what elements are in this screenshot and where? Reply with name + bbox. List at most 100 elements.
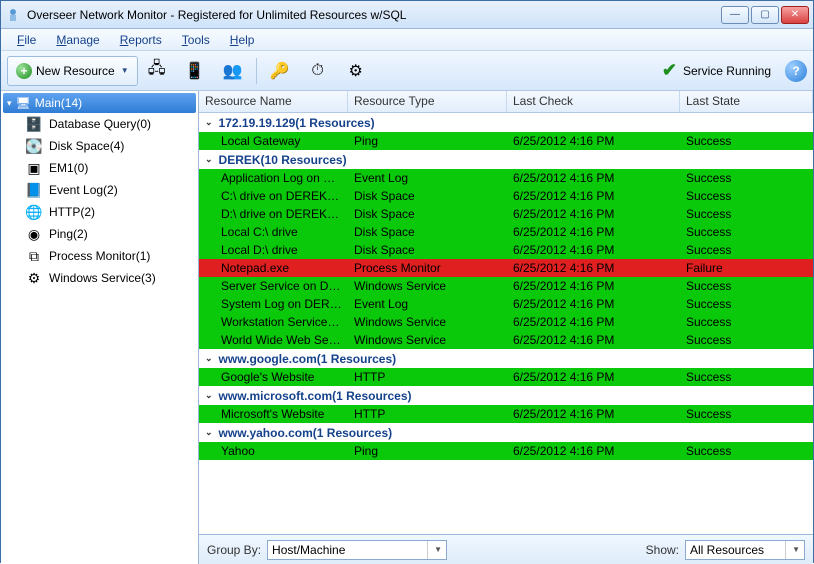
table-row[interactable]: World Wide Web Servic...Windows Service6… xyxy=(199,331,813,349)
window-title: Overseer Network Monitor - Registered fo… xyxy=(27,8,721,22)
tree-root-label: Main(14) xyxy=(35,96,82,110)
sidebar-item[interactable]: 📘Event Log(2) xyxy=(25,179,196,201)
tree-item-label: Windows Service(3) xyxy=(49,271,156,285)
phone-icon: 📱 xyxy=(183,59,207,83)
col-header-check[interactable]: Last Check xyxy=(507,91,680,112)
cell-resource-name: Google's Website xyxy=(199,369,348,385)
cell-last-check: 6/25/2012 4:16 PM xyxy=(507,369,680,385)
sidebar-item[interactable]: ▣ EM1(0) xyxy=(25,157,196,179)
tree-item-icon: ⚙ xyxy=(25,269,43,287)
menu-file[interactable]: File xyxy=(9,31,44,49)
cell-resource-name: D:\ drive on DEREK via ... xyxy=(199,206,348,222)
cell-resource-name: Workstation Service on... xyxy=(199,314,348,330)
tool-button-5[interactable]: ⏱ xyxy=(299,56,337,86)
table-row[interactable]: Workstation Service on...Windows Service… xyxy=(199,313,813,331)
close-button[interactable]: ✕ xyxy=(781,6,809,24)
cell-resource-type: Ping xyxy=(348,443,507,459)
sidebar-item[interactable]: 🌐HTTP(2) xyxy=(25,201,196,223)
toolbar-separator xyxy=(256,58,257,84)
menu-reports[interactable]: Reports xyxy=(112,31,170,49)
footer-bar: Group By: Host/Machine ▼ Show: All Resou… xyxy=(199,534,813,564)
cell-last-state: Success xyxy=(680,314,813,330)
cell-last-state: Success xyxy=(680,188,813,204)
group-header[interactable]: ⌄172.19.19.129(1 Resources) xyxy=(199,113,813,132)
table-row[interactable]: YahooPing6/25/2012 4:16 PMSuccess xyxy=(199,442,813,460)
group-header[interactable]: ⌄www.microsoft.com(1 Resources) xyxy=(199,386,813,405)
expand-arrow-icon: ⌄ xyxy=(205,390,213,401)
table-row[interactable]: C:\ drive on DEREK via ...Disk Space6/25… xyxy=(199,187,813,205)
plus-icon: + xyxy=(16,63,32,79)
table-row[interactable]: Local GatewayPing6/25/2012 4:16 PMSucces… xyxy=(199,132,813,150)
tool-button-1[interactable]: 🖧 xyxy=(138,56,176,86)
cell-resource-type: Disk Space xyxy=(348,188,507,204)
cell-last-state: Success xyxy=(680,369,813,385)
cell-last-check: 6/25/2012 4:16 PM xyxy=(507,206,680,222)
table-row[interactable]: Application Log on DEREKEvent Log6/25/20… xyxy=(199,169,813,187)
table-row[interactable]: Microsoft's WebsiteHTTP6/25/2012 4:16 PM… xyxy=(199,405,813,423)
cell-last-state: Failure xyxy=(680,260,813,276)
col-header-state[interactable]: Last State xyxy=(680,91,813,112)
tree-item-icon: ▣ xyxy=(25,159,43,177)
cell-resource-type: Event Log xyxy=(348,296,507,312)
col-header-type[interactable]: Resource Type xyxy=(348,91,507,112)
tree-item-label: EM1(0) xyxy=(49,161,88,175)
tool-button-4[interactable]: 🔑 xyxy=(261,56,299,86)
sidebar-item[interactable]: ⧉Process Monitor(1) xyxy=(25,245,196,267)
window-buttons: — ▢ ✕ xyxy=(721,6,809,24)
new-resource-label: New Resource xyxy=(36,64,115,78)
tree-item-icon: 🌐 xyxy=(25,203,43,221)
cell-resource-name: Local C:\ drive xyxy=(199,224,348,240)
group-header[interactable]: ⌄www.yahoo.com(1 Resources) xyxy=(199,423,813,442)
cell-resource-name: Application Log on DEREK xyxy=(199,170,348,186)
minimize-button[interactable]: — xyxy=(721,6,749,24)
sidebar-item[interactable]: ⚙ Windows Service(3) xyxy=(25,267,196,289)
help-button[interactable]: ? xyxy=(785,60,807,82)
maximize-button[interactable]: ▢ xyxy=(751,6,779,24)
new-resource-button[interactable]: + New Resource ▼ xyxy=(7,56,138,86)
cell-last-check: 6/25/2012 4:16 PM xyxy=(507,133,680,149)
show-select[interactable]: All Resources ▼ xyxy=(685,540,805,560)
cell-resource-name: Notepad.exe xyxy=(199,260,348,276)
cell-last-state: Success xyxy=(680,133,813,149)
cell-resource-name: Local Gateway xyxy=(199,133,348,149)
tool-button-3[interactable]: 👥 xyxy=(214,56,252,86)
table-row[interactable]: Google's WebsiteHTTP6/25/2012 4:16 PMSuc… xyxy=(199,368,813,386)
col-header-name[interactable]: Resource Name xyxy=(199,91,348,112)
group-header[interactable]: ⌄www.google.com(1 Resources) xyxy=(199,349,813,368)
cell-last-check: 6/25/2012 4:16 PM xyxy=(507,406,680,422)
table-row[interactable]: D:\ drive on DEREK via ...Disk Space6/25… xyxy=(199,205,813,223)
cell-resource-type: Windows Service xyxy=(348,314,507,330)
group-header[interactable]: ⌄DEREK(10 Resources) xyxy=(199,150,813,169)
cell-resource-type: HTTP xyxy=(348,369,507,385)
table-row[interactable]: Local D:\ driveDisk Space6/25/2012 4:16 … xyxy=(199,241,813,259)
tool-button-2[interactable]: 📱 xyxy=(176,56,214,86)
menu-tools[interactable]: Tools xyxy=(174,31,218,49)
users-icon: 👥 xyxy=(221,59,245,83)
cell-resource-type: Windows Service xyxy=(348,278,507,294)
tree-root-main[interactable]: ▾ 🖥 Main(14) xyxy=(3,93,196,113)
cell-last-check: 6/25/2012 4:16 PM xyxy=(507,332,680,348)
cell-last-check: 6/25/2012 4:16 PM xyxy=(507,278,680,294)
cell-resource-type: Disk Space xyxy=(348,206,507,222)
tool-button-6[interactable]: ⚙ xyxy=(337,56,375,86)
dropdown-arrow-icon: ▼ xyxy=(785,541,800,559)
group-by-select[interactable]: Host/Machine ▼ xyxy=(267,540,447,560)
sidebar-item[interactable]: 🗄️Database Query(0) xyxy=(25,113,196,135)
tree-item-label: Process Monitor(1) xyxy=(49,249,150,263)
menu-manage[interactable]: Manage xyxy=(48,31,107,49)
cell-last-check: 6/25/2012 4:16 PM xyxy=(507,260,680,276)
menu-help[interactable]: Help xyxy=(222,31,263,49)
service-status: ✔ Service Running xyxy=(654,60,779,81)
column-headers: Resource Name Resource Type Last Check L… xyxy=(199,91,813,113)
cell-last-check: 6/25/2012 4:16 PM xyxy=(507,242,680,258)
cell-last-state: Success xyxy=(680,443,813,459)
table-row[interactable]: Local C:\ driveDisk Space6/25/2012 4:16 … xyxy=(199,223,813,241)
table-row[interactable]: Notepad.exeProcess Monitor6/25/2012 4:16… xyxy=(199,259,813,277)
table-row[interactable]: System Log on DEREKEvent Log6/25/2012 4:… xyxy=(199,295,813,313)
sidebar: ▾ 🖥 Main(14) 🗄️Database Query(0)💽Disk Sp… xyxy=(1,91,199,564)
tree-children: 🗄️Database Query(0)💽Disk Space(4) ▣ EM1(0)… xyxy=(25,113,196,289)
sidebar-item[interactable]: 💽Disk Space(4) xyxy=(25,135,196,157)
app-icon xyxy=(5,7,21,23)
table-row[interactable]: Server Service on DEREKWindows Service6/… xyxy=(199,277,813,295)
sidebar-item[interactable]: ◉Ping(2) xyxy=(25,223,196,245)
